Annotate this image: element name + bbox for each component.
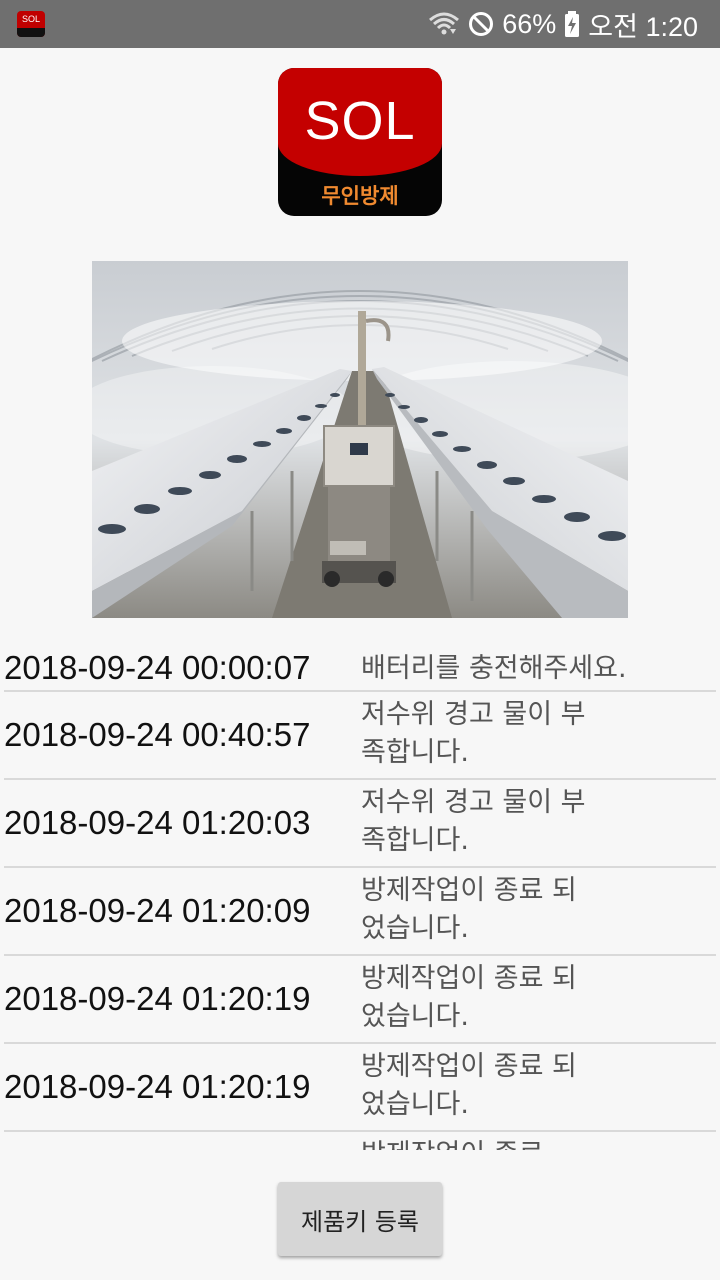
list-item: 2018-09-24 00:40:57 저수위 경고 물이 부족합니다. (4, 692, 716, 780)
event-log-list[interactable]: 2018-09-24 00:00:07 배터리를 충전해주세요. 2018-09… (4, 646, 716, 1150)
log-timestamp: 2018-09-24 01:20:09 (4, 892, 311, 929)
log-timestamp: 2018-09-24 00:40:57 (4, 716, 311, 753)
log-message: 방제작업이 종료 되었습니다. (361, 963, 577, 1032)
battery-charging-icon (564, 10, 580, 38)
log-timestamp: 2018-09-24 01:20:03 (4, 804, 311, 841)
list-item: 2018-09-24 01:20:09 방제작업이 종료 되었습니다. (4, 868, 716, 956)
log-message: 방제작업이 종료 되었습니다. (361, 1051, 577, 1120)
log-message: 방제작업이 종료 되었습니다. (361, 875, 577, 944)
log-message: 방제작업이 종료 (361, 1136, 591, 1150)
do-not-disturb-icon (468, 11, 494, 37)
wifi-icon (428, 11, 460, 37)
logo-subtitle: 무인방제 (321, 184, 399, 208)
list-item: 2018-09-24 00:00:07 배터리를 충전해주세요. (4, 646, 716, 692)
log-timestamp: 2018-09-24 00:00:07 (4, 649, 311, 686)
app-notification-icon: SOL (17, 11, 45, 37)
battery-percent: 66% (502, 8, 557, 39)
list-item: 2018-09-24 01:20:19 방제작업이 종료 되었습니다. (4, 956, 716, 1044)
log-message: 배터리를 충전해주세요. (361, 653, 627, 684)
list-item: 2018-09-24 01:20:19 방제작업이 종료 되었습니다. (4, 1044, 716, 1132)
sol-logo: SOL 무인방제 (278, 68, 442, 216)
list-item: 2018-09-24 01:20:03 저수위 경고 물이 부족합니다. (4, 780, 716, 868)
logo-title: SOL (304, 91, 416, 151)
log-timestamp: 2018-09-24 01:20:19 (4, 980, 311, 1017)
list-item: 방제작업이 종료 (4, 1132, 716, 1150)
greenhouse-sprayer-photo (92, 261, 628, 618)
clock: 오전 1:20 (588, 11, 698, 42)
log-message: 저수위 경고 물이 부족합니다. (361, 699, 586, 768)
status-icons: 66% 오전 1:20 (428, 0, 698, 48)
log-message: 저수위 경고 물이 부족합니다. (361, 787, 586, 856)
status-bar: SOL 66% 오전 1:20 (0, 0, 720, 48)
log-timestamp: 2018-09-24 01:20:19 (4, 1068, 311, 1105)
register-product-key-button[interactable]: 제품키 등록 (278, 1182, 442, 1256)
